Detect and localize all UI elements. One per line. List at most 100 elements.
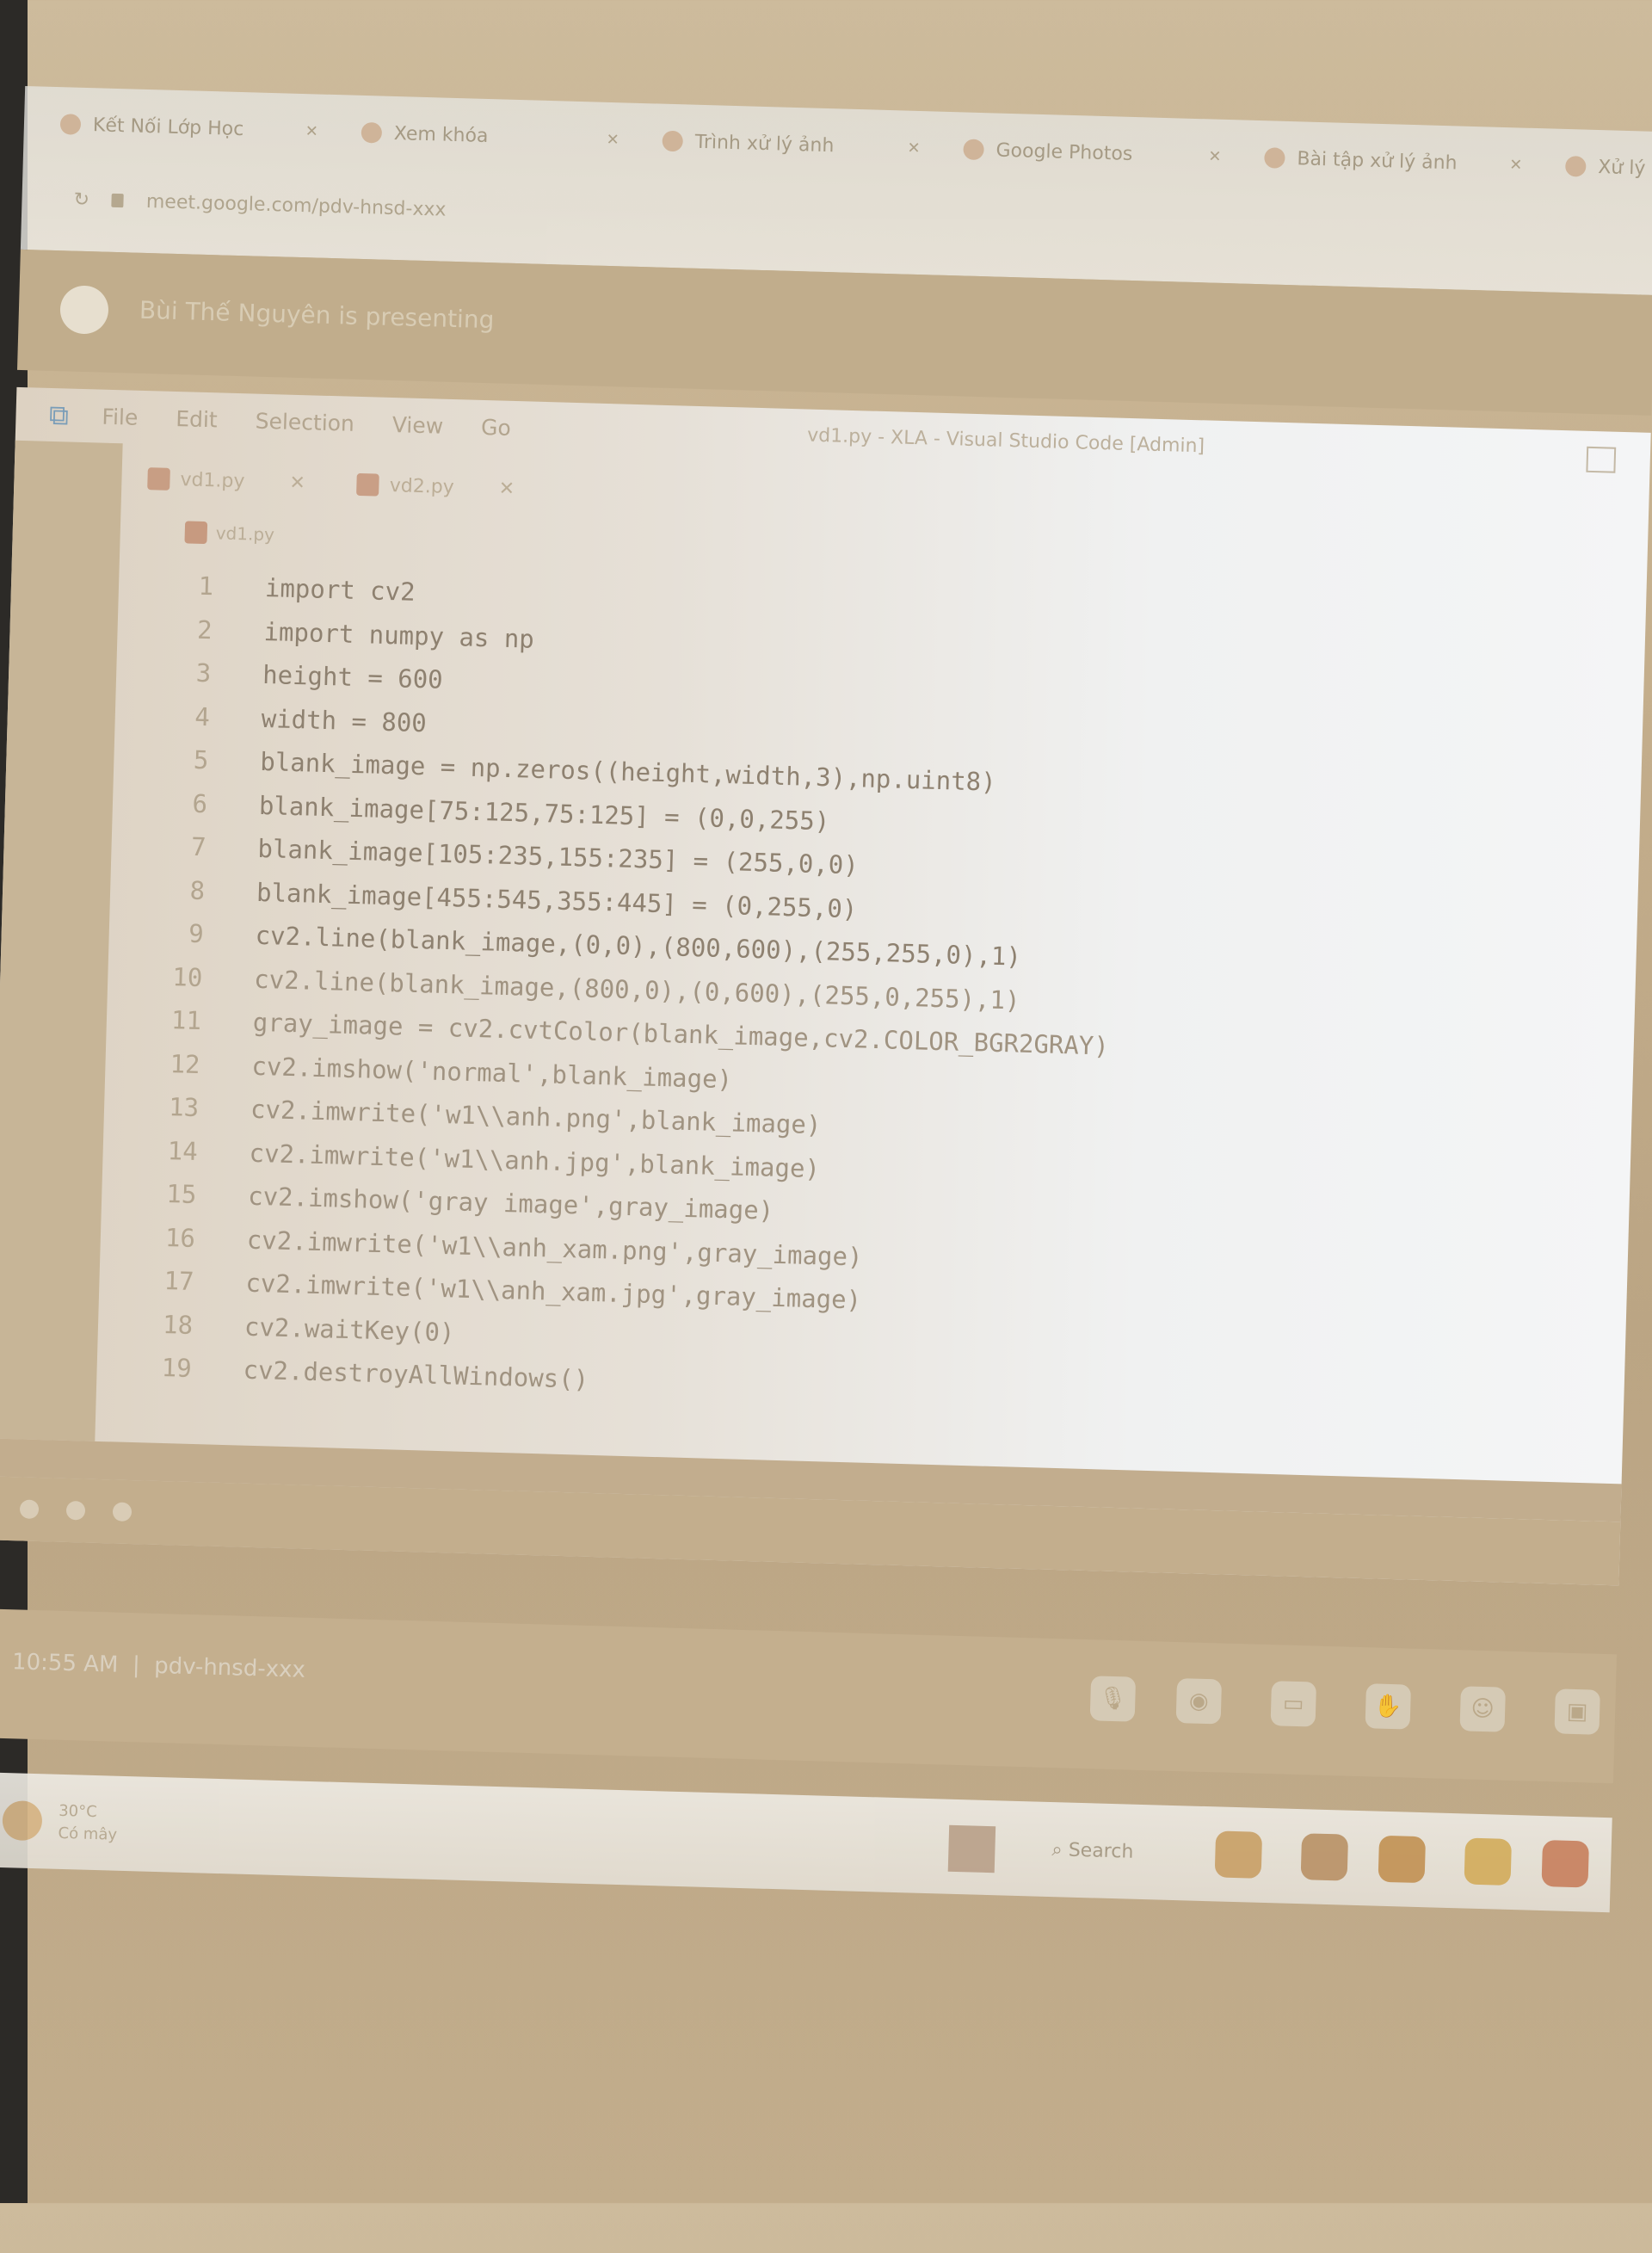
browser-tab-label: Kết Nối Lớp Học	[92, 114, 244, 140]
weather-icon[interactable]	[2, 1800, 43, 1842]
code-editor[interactable]: 1 import cv2 2 import numpy as np 3 height = …	[96, 562, 1633, 1429]
weather-temp: 30°C	[58, 1801, 98, 1822]
presenter-avatar	[59, 285, 109, 335]
python-file-icon	[356, 472, 380, 497]
weather-widget[interactable]: 30°C Có mây	[58, 1800, 118, 1847]
layout-icon[interactable]	[1586, 446, 1617, 473]
start-icon[interactable]	[947, 1824, 996, 1873]
panel-icon[interactable]	[19, 1499, 40, 1520]
close-icon[interactable]: ✕	[606, 130, 620, 148]
browser-tab[interactable]: Xem khóa ✕	[342, 112, 638, 160]
code-text[interactable]: import cv2	[264, 566, 416, 614]
line-number: 6	[192, 788, 208, 818]
microphone-icon[interactable]: 🎙	[1089, 1676, 1137, 1722]
line-number: 17	[163, 1266, 194, 1296]
browser-tab[interactable]: Google Photos ✕	[944, 129, 1241, 177]
windows-taskbar: 30°C Có mây ⌕ Search	[0, 1772, 1612, 1913]
vscode-window: ⧉ File Edit Selection View Go vd1.py - XLA -…	[0, 386, 1651, 1586]
line-number: 4	[194, 701, 211, 731]
projected-screen: Kết Nối Lớp Học ✕ Xem khóa ✕ Trình xử lý ảnh…	[0, 0, 1652, 2248]
lock-icon	[111, 193, 125, 208]
favicon-icon	[59, 114, 82, 135]
browser-tab[interactable]: Bài tập xử lý ảnh ✕	[1245, 138, 1542, 186]
meet-controls-bar: 10:55 AM | pdv-hnsd-xxx 🎙 ◉ ▭ ✋ ☺ ▣	[0, 1608, 1618, 1784]
presenting-text: Bùi Thế Nguyên is presenting	[139, 295, 495, 335]
close-icon[interactable]: ✕	[1208, 147, 1222, 165]
editor-tab[interactable]: vd2.py ✕	[330, 472, 540, 501]
breadcrumb-file[interactable]: vd1.py	[215, 522, 274, 545]
code-text[interactable]: height = 600	[262, 653, 444, 701]
line-number: 13	[168, 1092, 200, 1123]
code-text[interactable]: cv2.waitKey(0)	[243, 1305, 455, 1354]
meet-time: 10:55 AM | pdv-hnsd-xxx	[11, 1649, 306, 1683]
captions-icon[interactable]: ▭	[1270, 1681, 1317, 1727]
line-number: 10	[171, 961, 203, 992]
code-text[interactable]: cv2.destroyAllWindows()	[243, 1349, 589, 1402]
favicon-icon	[662, 130, 684, 152]
folder-icon[interactable]	[1464, 1837, 1513, 1886]
browser-tab-label: Bài tập xử lý ảnh	[1297, 147, 1458, 174]
panel-icon[interactable]	[112, 1502, 133, 1522]
browser-tab[interactable]: Xử lý ảnh✕	[1546, 145, 1652, 194]
raise-hand-icon[interactable]: ✋	[1365, 1683, 1411, 1730]
favicon-icon	[361, 121, 383, 144]
editor-tab[interactable]: vd1.py ✕	[121, 466, 331, 495]
close-icon[interactable]: ✕	[305, 122, 318, 140]
vscode-logo-icon: ⧉	[48, 398, 70, 432]
line-number: 14	[167, 1135, 199, 1166]
line-number: 12	[170, 1048, 201, 1079]
line-number: 19	[161, 1352, 193, 1383]
line-number: 5	[193, 744, 209, 775]
editor-tab-label: vd2.py	[389, 474, 455, 498]
menu-item[interactable]: View	[391, 412, 443, 439]
chat-icon[interactable]	[1300, 1833, 1349, 1881]
editor-tab-label: vd1.py	[180, 468, 245, 492]
present-icon[interactable]: ▣	[1554, 1688, 1600, 1735]
line-number: 15	[165, 1179, 197, 1210]
line-number: 2	[196, 614, 213, 645]
favicon-icon	[1564, 155, 1587, 177]
python-file-icon	[184, 521, 208, 545]
store-icon[interactable]	[1378, 1835, 1427, 1884]
panel-icon[interactable]	[65, 1500, 86, 1521]
weather-condition: Có mây	[58, 1824, 118, 1844]
browser-tab[interactable]: Kết Nối Lớp Học ✕	[40, 104, 337, 152]
window-title: vd1.py - XLA - Visual Studio Code [Admin…	[806, 424, 1205, 458]
code-text[interactable]: import numpy as np	[263, 609, 535, 660]
browser-tabs: Kết Nối Lớp Học ✕ Xem khóa ✕ Trình xử lý ảnh…	[40, 104, 1652, 197]
menu-item[interactable]: File	[102, 404, 139, 429]
code-text[interactable]: width = 800	[261, 696, 427, 744]
address-bar[interactable]: ↻ meet.google.com/pdv-hnsd-xxx	[73, 181, 447, 229]
browser-tab[interactable]: Trình xử lý ảnh ✕	[643, 120, 940, 169]
breadcrumb: vd1.py	[184, 521, 274, 546]
menu-item[interactable]: Go	[481, 414, 511, 440]
python-file-icon	[147, 467, 170, 491]
close-icon[interactable]: ✕	[907, 139, 921, 157]
refresh-icon[interactable]: ↻	[73, 188, 89, 211]
line-number: 11	[170, 1005, 202, 1036]
close-icon[interactable]: ✕	[1509, 156, 1523, 174]
browser-tab-label: Trình xử lý ảnh	[694, 131, 835, 157]
taskbar-search[interactable]: ⌕ Search	[1051, 1830, 1190, 1874]
line-number: 16	[164, 1222, 196, 1253]
menu-item[interactable]: Selection	[255, 408, 354, 435]
favicon-icon	[1264, 147, 1285, 169]
camera-icon[interactable]: ◉	[1175, 1678, 1223, 1725]
menu-item[interactable]: Edit	[176, 406, 218, 432]
close-icon[interactable]: ✕	[498, 478, 515, 500]
close-icon[interactable]: ✕	[289, 472, 305, 494]
line-number: 1	[198, 571, 214, 602]
line-number: 8	[189, 875, 206, 905]
browser-tab-label: Xử lý ảnh	[1597, 156, 1652, 181]
favicon-icon	[963, 139, 984, 161]
line-number: 18	[162, 1309, 194, 1340]
browser-tab-label: Google Photos	[996, 139, 1133, 165]
meeting-code: pdv-hnsd-xxx	[153, 1652, 306, 1683]
file-explorer-icon[interactable]	[1214, 1830, 1263, 1879]
line-number: 9	[188, 918, 205, 949]
emoji-icon[interactable]: ☺	[1459, 1686, 1506, 1732]
line-number: 7	[190, 831, 207, 862]
meet-clock: 10:55 AM	[11, 1649, 119, 1678]
chrome-icon[interactable]	[1541, 1840, 1589, 1888]
search-label: Search	[1068, 1839, 1134, 1863]
